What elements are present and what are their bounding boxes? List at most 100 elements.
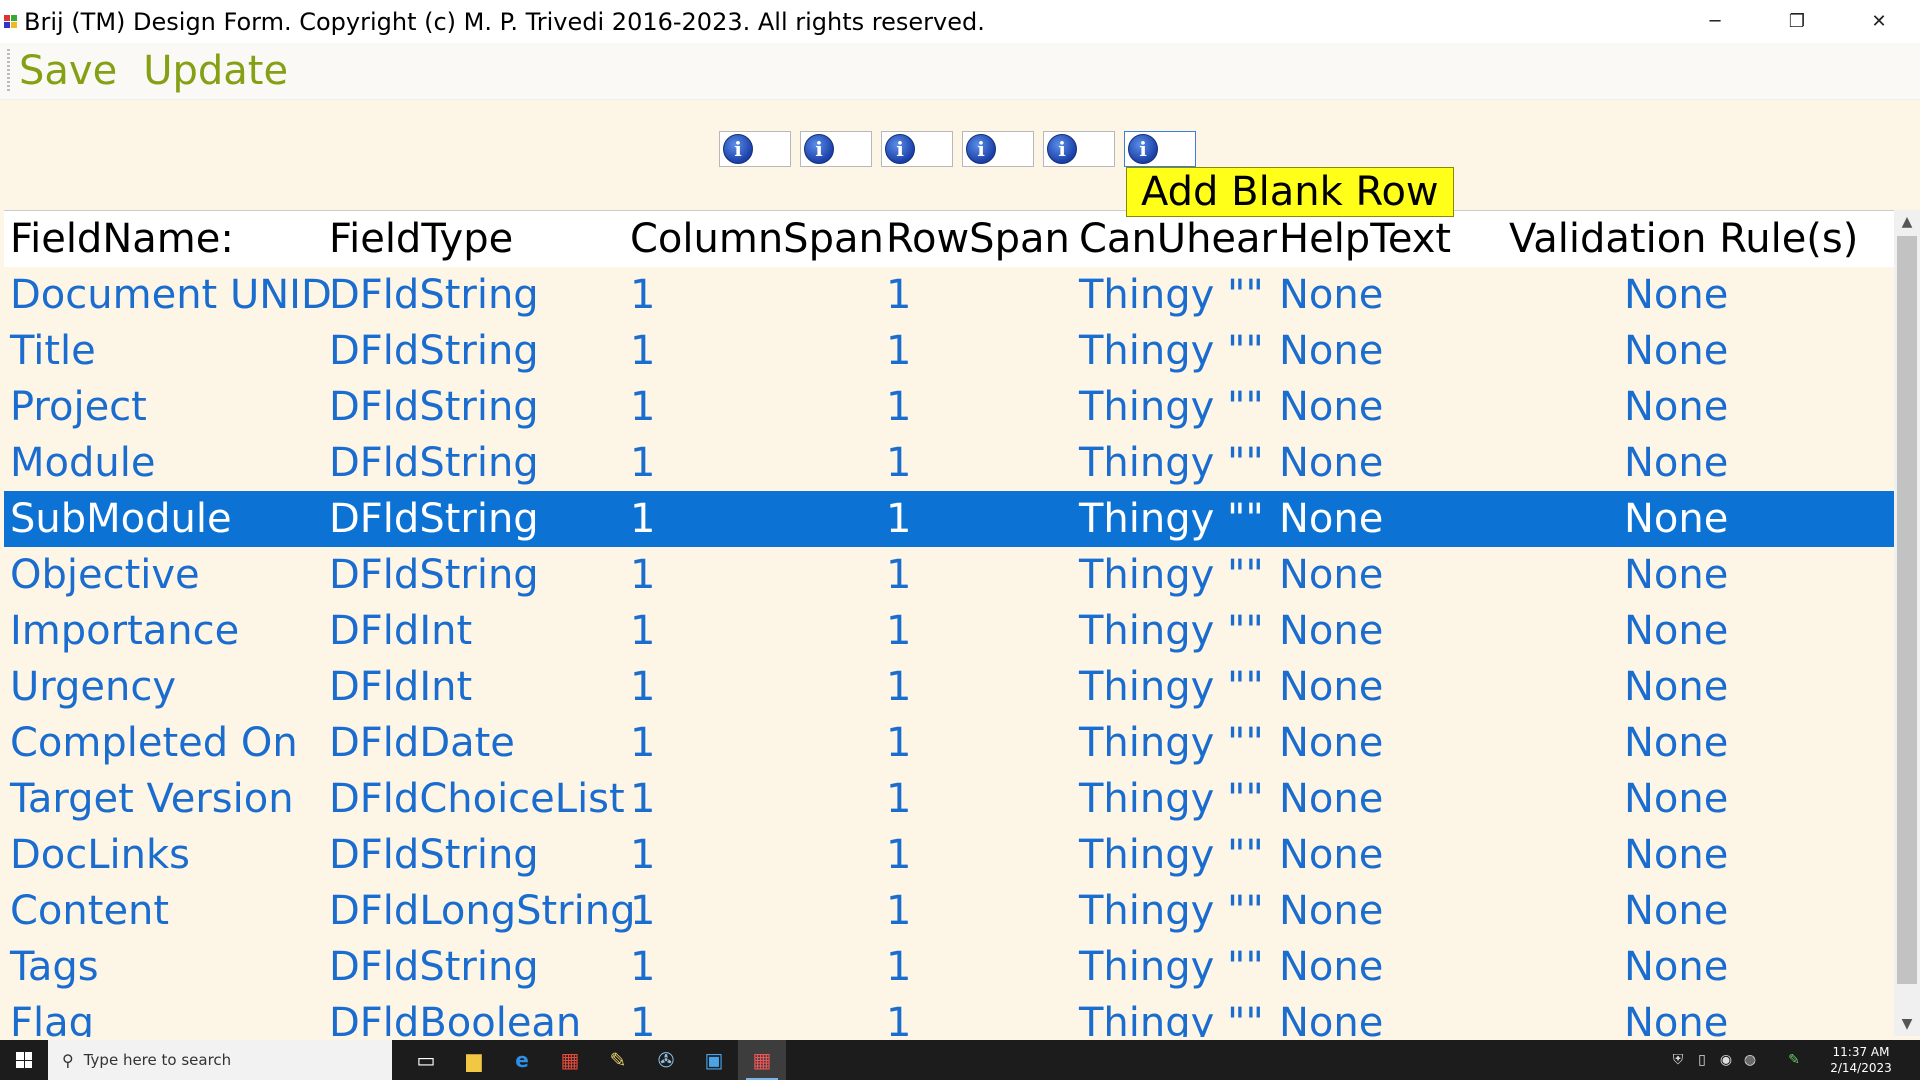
- taskbar-search[interactable]: ⚲ Type here to search: [48, 1040, 392, 1080]
- network-icon[interactable]: ◍: [1738, 1052, 1762, 1068]
- cell-field-name[interactable]: Target Version: [10, 771, 294, 827]
- cell-validation-rule[interactable]: None: [1624, 491, 1728, 547]
- cell-field-type[interactable]: DFldBoolean: [329, 995, 581, 1037]
- vertical-scrollbar[interactable]: ▲ ▼: [1894, 210, 1920, 1036]
- table-row[interactable]: Urgency DFldInt 1 1 Thingy "" None None: [4, 659, 1894, 715]
- chrome-icon[interactable]: ◉: [1714, 1052, 1738, 1068]
- paint-icon[interactable]: ✎: [594, 1040, 642, 1080]
- show-desktop[interactable]: [1896, 1040, 1920, 1080]
- cell-field-name[interactable]: Content: [10, 883, 169, 939]
- cell-can-uhear[interactable]: Thingy "": [1079, 939, 1264, 995]
- menu-grip[interactable]: [7, 49, 10, 93]
- cell-validation-rule[interactable]: None: [1624, 547, 1728, 603]
- cell-field-name[interactable]: Completed On: [10, 715, 298, 771]
- cell-help-text[interactable]: None: [1279, 659, 1383, 715]
- toolbar-button-5[interactable]: i: [1043, 131, 1115, 167]
- cell-validation-rule[interactable]: None: [1624, 323, 1728, 379]
- cell-validation-rule[interactable]: None: [1624, 883, 1728, 939]
- cell-column-span[interactable]: 1: [630, 715, 655, 771]
- start-button[interactable]: [0, 1040, 48, 1080]
- cell-field-type[interactable]: DFldString: [329, 491, 539, 547]
- header-can-uhear[interactable]: CanUhear: [1079, 211, 1277, 267]
- cell-field-name[interactable]: DocLinks: [10, 827, 190, 883]
- toolbar-button-3[interactable]: i: [881, 131, 953, 167]
- battery-icon[interactable]: ▯: [1690, 1052, 1714, 1068]
- cell-row-span[interactable]: 1: [886, 547, 911, 603]
- task-view-icon[interactable]: ▭: [402, 1040, 450, 1080]
- cell-help-text[interactable]: None: [1279, 323, 1383, 379]
- cell-can-uhear[interactable]: Thingy "": [1079, 603, 1264, 659]
- cell-row-span[interactable]: 1: [886, 323, 911, 379]
- file-explorer-icon[interactable]: ▆: [450, 1040, 498, 1080]
- cell-field-type[interactable]: DFldInt: [329, 659, 472, 715]
- cell-row-span[interactable]: 1: [886, 995, 911, 1037]
- header-field-name[interactable]: FieldName:: [10, 211, 234, 267]
- header-row-span[interactable]: RowSpan: [886, 211, 1070, 267]
- cell-field-name[interactable]: Title: [10, 323, 96, 379]
- cell-field-type[interactable]: DFldString: [329, 547, 539, 603]
- app-icon[interactable]: ▦: [546, 1040, 594, 1080]
- toolbar-button-1[interactable]: i: [719, 131, 791, 167]
- cell-row-span[interactable]: 1: [886, 435, 911, 491]
- cell-can-uhear[interactable]: Thingy "": [1079, 323, 1264, 379]
- cell-column-span[interactable]: 1: [630, 267, 655, 323]
- cell-can-uhear[interactable]: Thingy "": [1079, 379, 1264, 435]
- table-row[interactable]: Importance DFldInt 1 1 Thingy "" None None: [4, 603, 1894, 659]
- restore-button[interactable]: ❐: [1756, 0, 1838, 43]
- cell-validation-rule[interactable]: None: [1624, 995, 1728, 1037]
- cell-field-type[interactable]: DFldString: [329, 379, 539, 435]
- cell-help-text[interactable]: None: [1279, 771, 1383, 827]
- cell-help-text[interactable]: None: [1279, 827, 1383, 883]
- cell-help-text[interactable]: None: [1279, 379, 1383, 435]
- cell-validation-rule[interactable]: None: [1624, 715, 1728, 771]
- cell-field-name[interactable]: Flag: [10, 995, 94, 1037]
- cell-validation-rule[interactable]: None: [1624, 435, 1728, 491]
- cell-column-span[interactable]: 1: [630, 659, 655, 715]
- cell-help-text[interactable]: None: [1279, 435, 1383, 491]
- cell-can-uhear[interactable]: Thingy "": [1079, 267, 1264, 323]
- table-row[interactable]: Module DFldString 1 1 Thingy "" None None: [4, 435, 1894, 491]
- cell-help-text[interactable]: None: [1279, 491, 1383, 547]
- cell-column-span[interactable]: 1: [630, 379, 655, 435]
- cell-field-type[interactable]: DFldString: [329, 827, 539, 883]
- cell-field-name[interactable]: Importance: [10, 603, 239, 659]
- cell-help-text[interactable]: None: [1279, 547, 1383, 603]
- save-menu[interactable]: Save: [19, 48, 117, 94]
- pen-icon[interactable]: ✎: [1782, 1052, 1806, 1068]
- cell-field-type[interactable]: DFldDate: [329, 715, 515, 771]
- cell-can-uhear[interactable]: Thingy "": [1079, 771, 1264, 827]
- cell-field-type[interactable]: DFldChoiceList: [329, 771, 625, 827]
- table-row[interactable]: DocLinks DFldString 1 1 Thingy "" None None: [4, 827, 1894, 883]
- cell-row-span[interactable]: 1: [886, 603, 911, 659]
- cell-can-uhear[interactable]: Thingy "": [1079, 659, 1264, 715]
- cell-help-text[interactable]: None: [1279, 883, 1383, 939]
- header-field-type[interactable]: FieldType: [329, 211, 513, 267]
- cell-column-span[interactable]: 1: [630, 435, 655, 491]
- cell-field-type[interactable]: DFldString: [329, 435, 539, 491]
- cell-column-span[interactable]: 1: [630, 939, 655, 995]
- cell-field-name[interactable]: Urgency: [10, 659, 176, 715]
- table-row[interactable]: Completed On DFldDate 1 1 Thingy "" None None: [4, 715, 1894, 771]
- cell-validation-rule[interactable]: None: [1624, 379, 1728, 435]
- cell-can-uhear[interactable]: Thingy "": [1079, 883, 1264, 939]
- cell-help-text[interactable]: None: [1279, 267, 1383, 323]
- cell-validation-rule[interactable]: None: [1624, 939, 1728, 995]
- cell-field-name[interactable]: Objective: [10, 547, 200, 603]
- shield-icon[interactable]: ⛨: [1666, 1052, 1690, 1068]
- minimize-button[interactable]: ─: [1674, 0, 1756, 43]
- cell-row-span[interactable]: 1: [886, 939, 911, 995]
- scroll-down-icon[interactable]: ▼: [1894, 1012, 1920, 1036]
- cell-row-span[interactable]: 1: [886, 659, 911, 715]
- toolbar-button-4[interactable]: i: [962, 131, 1034, 167]
- table-row[interactable]: Flag DFldBoolean 1 1 Thingy "" None None: [4, 995, 1894, 1037]
- cell-help-text[interactable]: None: [1279, 995, 1383, 1037]
- cell-validation-rule[interactable]: None: [1624, 827, 1728, 883]
- table-row[interactable]: Objective DFldString 1 1 Thingy "" None None: [4, 547, 1894, 603]
- table-row[interactable]: SubModule DFldString 1 1 Thingy "" None None: [4, 491, 1894, 547]
- cell-column-span[interactable]: 1: [630, 491, 655, 547]
- cell-column-span[interactable]: 1: [630, 603, 655, 659]
- clock[interactable]: 11:37 AM 2/14/2023: [1826, 1044, 1896, 1076]
- cell-validation-rule[interactable]: None: [1624, 603, 1728, 659]
- cell-row-span[interactable]: 1: [886, 715, 911, 771]
- cell-row-span[interactable]: 1: [886, 883, 911, 939]
